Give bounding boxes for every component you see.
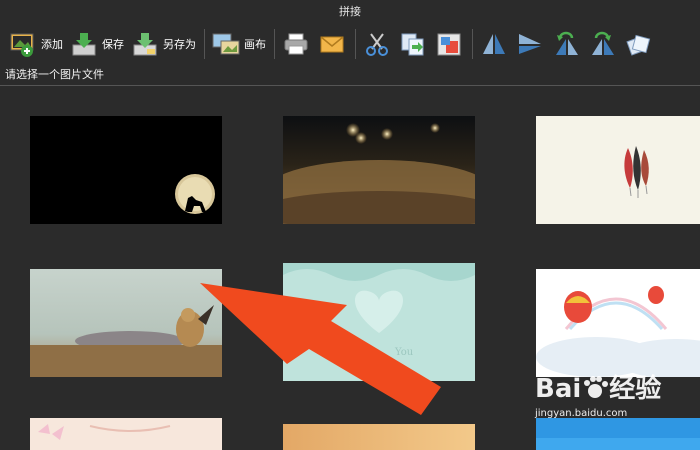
add-label: 添加: [41, 38, 63, 51]
add-button[interactable]: 添加: [8, 30, 63, 58]
thumbnail-bokeh-road[interactable]: [283, 116, 475, 224]
save-as-button[interactable]: 另存为: [130, 30, 196, 58]
mail-icon: [317, 30, 347, 58]
copy-icon: [398, 30, 428, 58]
cut-icon: [362, 30, 392, 58]
add-image-icon: [8, 30, 38, 58]
toolbar-divider: [472, 29, 473, 59]
rotate-button[interactable]: [623, 30, 653, 58]
copy-button[interactable]: [398, 30, 428, 58]
toolbar: 添加 保存 另存为 画布: [0, 24, 700, 64]
paste-button[interactable]: [434, 30, 464, 58]
rotate-left-icon: [551, 30, 581, 58]
email-button[interactable]: [317, 30, 347, 58]
save-as-label: 另存为: [163, 38, 196, 51]
save-label: 保存: [102, 38, 124, 51]
thumbnail-wolf-moon[interactable]: [30, 116, 222, 224]
rotate-left-button[interactable]: [551, 30, 581, 58]
image-grid: You: [0, 88, 700, 450]
window-title: 拼接: [339, 5, 361, 18]
svg-text:You: You: [394, 347, 414, 358]
canvas-label: 画布: [244, 38, 266, 51]
thumbnail-orange[interactable]: [283, 424, 475, 450]
flip-horizontal-icon: [479, 30, 509, 58]
thumbnail-sky[interactable]: [536, 418, 700, 450]
canvas-icon: [211, 30, 241, 58]
cut-button[interactable]: [362, 30, 392, 58]
rotate-right-button[interactable]: [587, 30, 617, 58]
flip-vertical-button[interactable]: [515, 30, 545, 58]
thumbnail-cheetah[interactable]: [30, 269, 222, 377]
print-button[interactable]: [281, 30, 311, 58]
flip-horizontal-button[interactable]: [479, 30, 509, 58]
print-icon: [281, 30, 311, 58]
save-as-icon: [130, 30, 160, 58]
thumbnail-bow-pink[interactable]: [30, 418, 222, 450]
save-icon: [69, 30, 99, 58]
toolbar-divider: [355, 29, 356, 59]
status-prompt: 请选择一个图片文件: [0, 64, 700, 86]
rotate-icon: [623, 30, 653, 58]
toolbar-divider: [274, 29, 275, 59]
thumbnail-balloons[interactable]: [536, 269, 700, 377]
thumbnail-feathers[interactable]: [536, 116, 700, 224]
canvas-button[interactable]: 画布: [211, 30, 266, 58]
paste-icon: [434, 30, 464, 58]
rotate-right-icon: [587, 30, 617, 58]
save-button[interactable]: 保存: [69, 30, 124, 58]
toolbar-divider: [204, 29, 205, 59]
flip-vertical-icon: [515, 30, 545, 58]
thumbnail-heart-aqua[interactable]: You: [283, 263, 475, 381]
